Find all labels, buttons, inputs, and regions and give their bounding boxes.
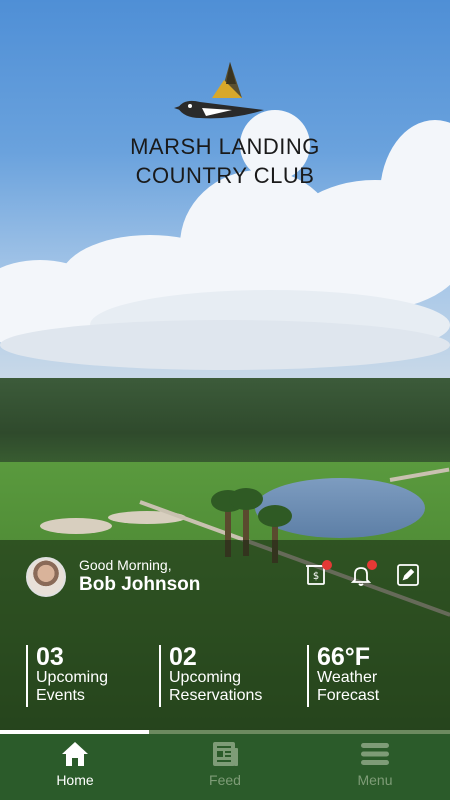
notifications-button[interactable]: [349, 560, 377, 587]
tab-feed[interactable]: Feed: [150, 734, 300, 800]
statement-badge: [322, 560, 332, 570]
tab-label: Home: [56, 772, 94, 788]
menu-icon: [361, 743, 389, 765]
notifications-badge: [367, 560, 377, 570]
stat-label-line1: Weather: [317, 669, 378, 686]
stat-value: 66°F: [317, 643, 371, 671]
stat-upcoming-reservations[interactable]: 02 Upcoming Reservations: [159, 645, 262, 707]
avatar[interactable]: [26, 557, 66, 597]
greeting-text: Good Morning,: [79, 557, 172, 573]
tab-home[interactable]: Home: [0, 734, 150, 800]
statement-button[interactable]: $: [304, 560, 332, 587]
stat-value: 02: [169, 643, 197, 671]
edit-icon: [397, 564, 419, 586]
club-name-line2: COUNTRY CLUB: [135, 163, 315, 188]
tab-label: Feed: [209, 772, 241, 788]
tab-label: Menu: [357, 772, 393, 788]
greeting-row: Good Morning, Bob Johnson $: [26, 557, 426, 601]
stat-weather-forecast[interactable]: 66°F Weather Forecast: [307, 645, 379, 707]
duck-logo-icon: [174, 62, 264, 119]
bottom-tab-bar: Home Feed Menu: [0, 734, 450, 800]
tab-menu[interactable]: Menu: [300, 734, 450, 800]
user-name: Bob Johnson: [79, 574, 201, 595]
edit-button[interactable]: [396, 563, 420, 587]
stat-label-line2: Events: [36, 687, 85, 704]
stat-label-line1: Upcoming: [36, 669, 109, 686]
stat-label-line1: Upcoming: [169, 669, 242, 686]
club-name-line1: MARSH LANDING: [130, 134, 320, 159]
stat-upcoming-events[interactable]: 03 Upcoming Events: [26, 645, 108, 707]
stat-value: 03: [36, 643, 64, 671]
stat-label-line2: Reservations: [169, 687, 263, 704]
stat-label-line2: Forecast: [317, 687, 380, 704]
newspaper-icon: [213, 742, 238, 766]
home-icon: [62, 742, 88, 766]
svg-text:$: $: [313, 571, 319, 582]
